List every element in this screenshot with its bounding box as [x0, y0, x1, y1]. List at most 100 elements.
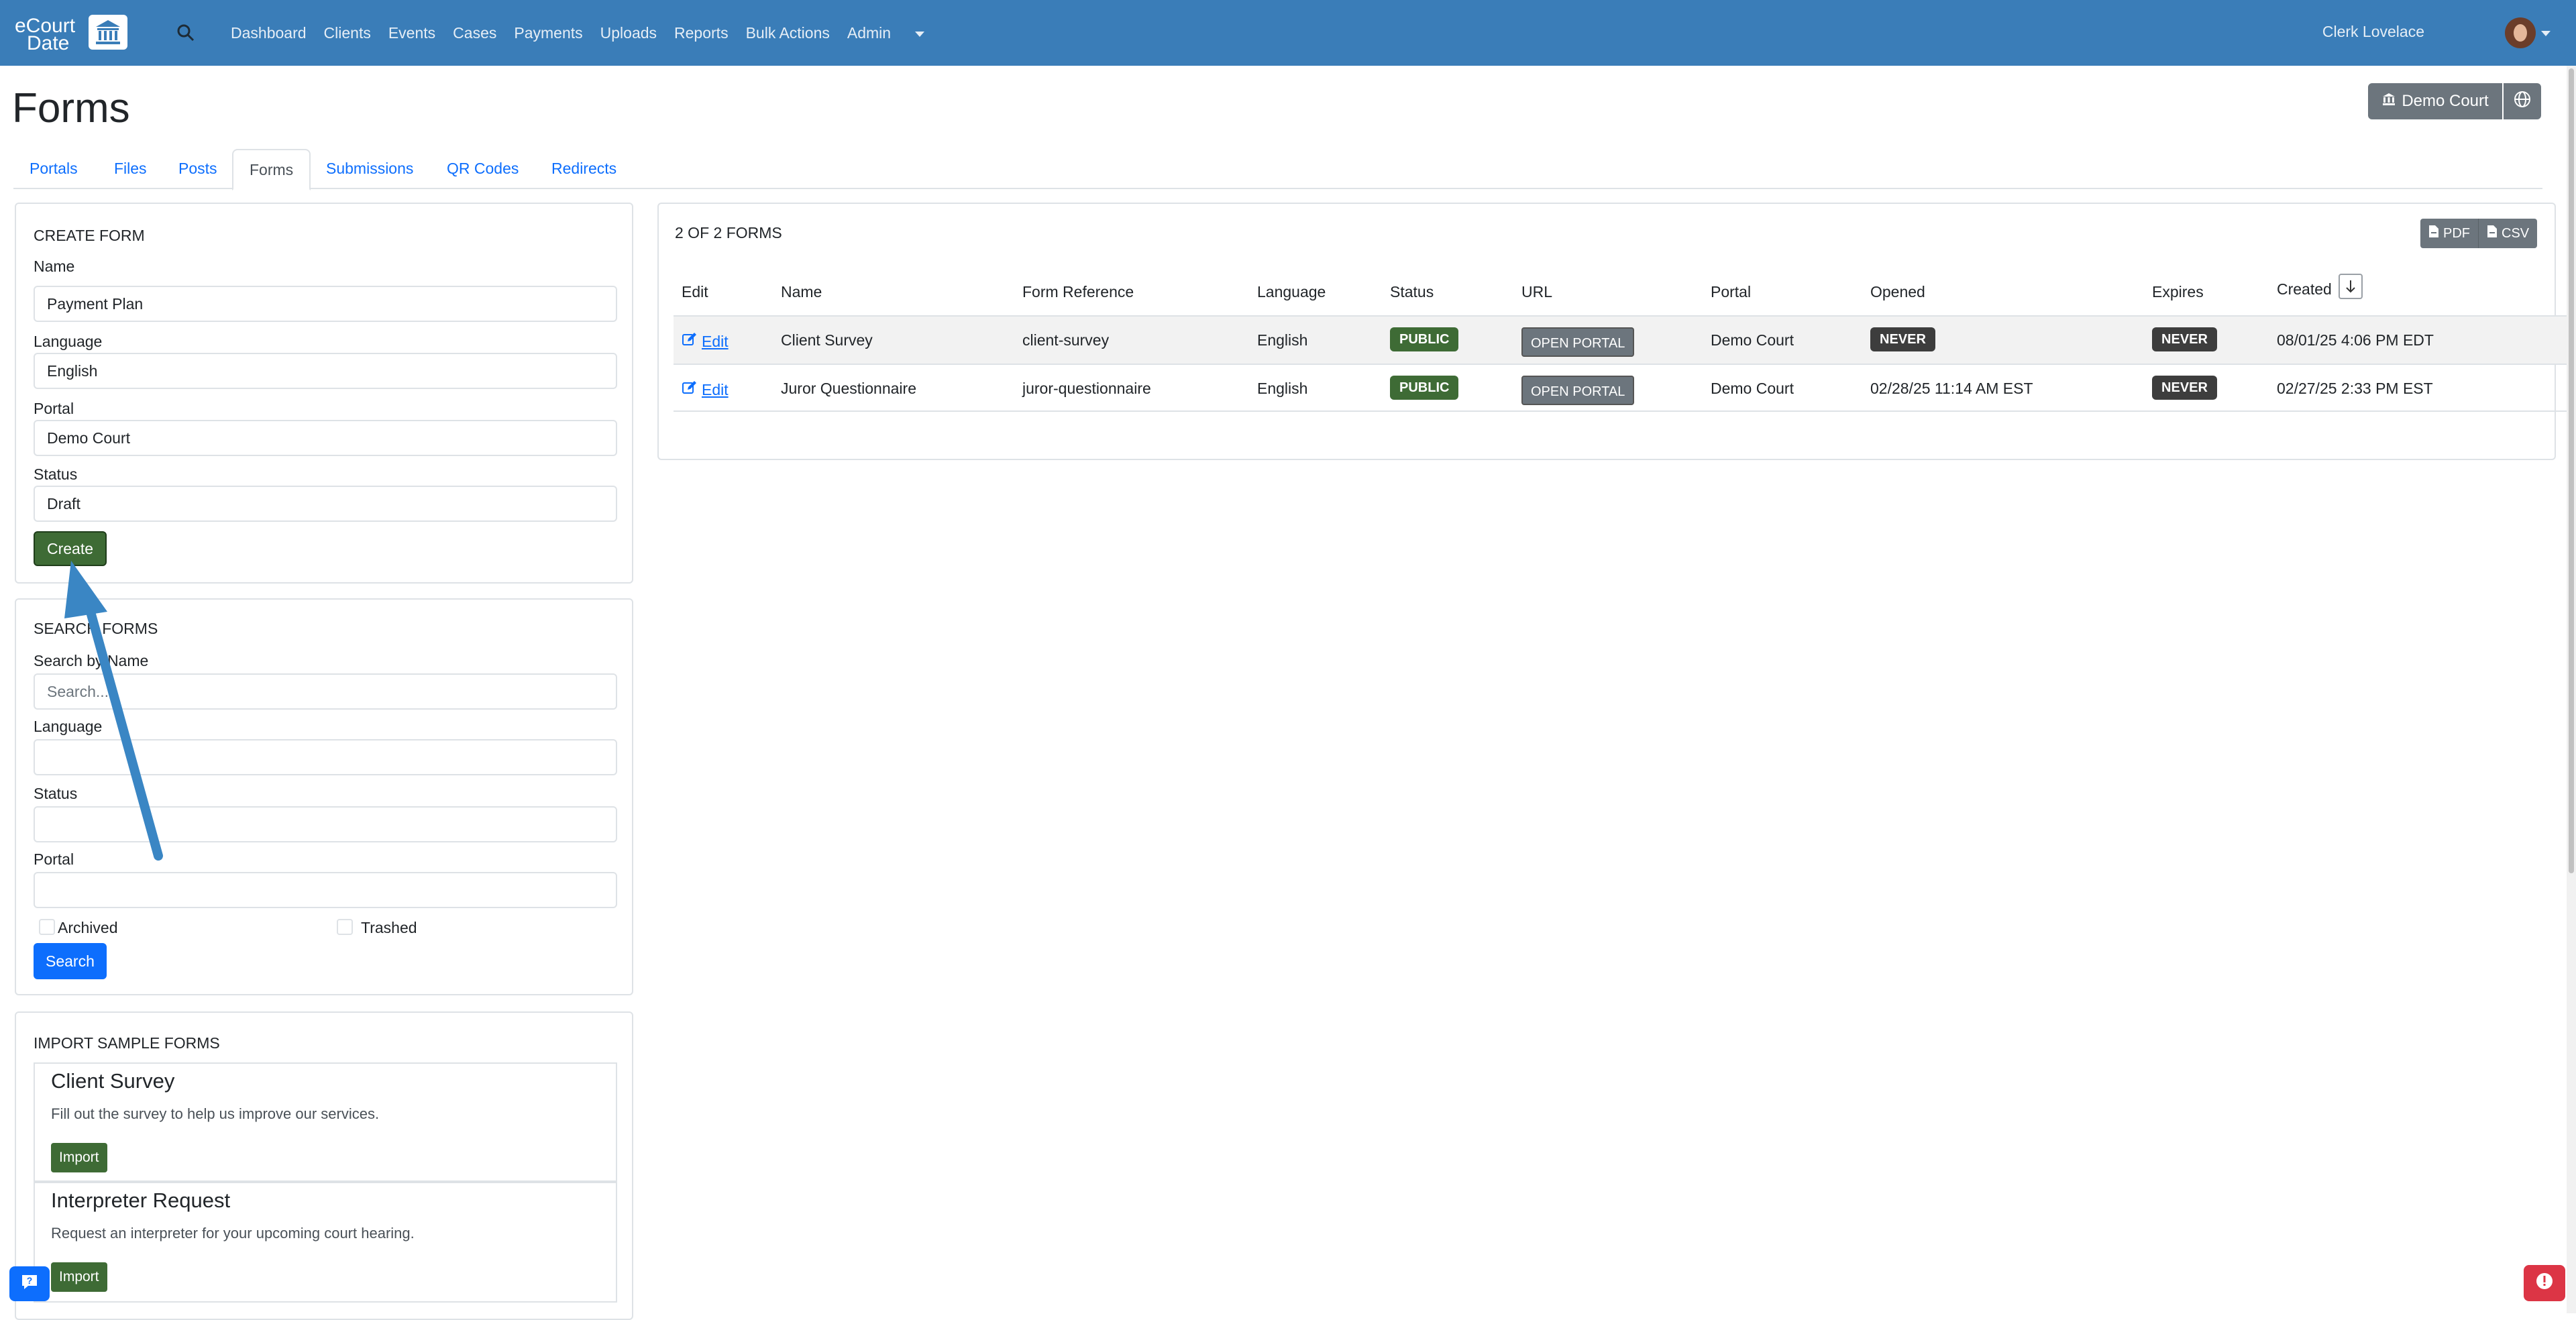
expires-badge: NEVER: [2152, 327, 2217, 351]
form-reference: client-survey: [1022, 331, 1110, 349]
tab-posts[interactable]: Posts: [162, 149, 233, 189]
column-header-form-reference[interactable]: Form Reference: [1022, 283, 1134, 301]
alert-icon: [2535, 1272, 2554, 1295]
edit-link-label: Edit: [702, 380, 729, 398]
search-icon[interactable]: [176, 23, 196, 43]
search-language-select[interactable]: [34, 739, 617, 775]
chevron-down-icon[interactable]: [2541, 31, 2551, 36]
name-label: Name: [34, 258, 75, 275]
language-button[interactable]: [2504, 83, 2541, 119]
edit-link[interactable]: Edit: [682, 380, 729, 400]
open-portal-button[interactable]: OPEN PORTAL: [1521, 327, 1635, 357]
nav-link-dashboard[interactable]: Dashboard: [231, 24, 307, 42]
create-button[interactable]: Create: [34, 531, 107, 566]
export-csv-label: CSV: [2502, 225, 2530, 241]
open-portal-button[interactable]: OPEN PORTAL: [1521, 376, 1635, 405]
nav-link-payments[interactable]: Payments: [514, 24, 582, 42]
column-header-opened[interactable]: Opened: [1870, 283, 1925, 301]
search-status-label: Status: [34, 785, 78, 802]
archived-checkbox[interactable]: [39, 919, 55, 935]
scrollbar-thumb[interactable]: [2569, 68, 2574, 873]
app-logo[interactable]: eCourt Date: [13, 13, 129, 54]
export-pdf-button[interactable]: PDF: [2420, 219, 2478, 248]
tab-files[interactable]: Files: [98, 149, 163, 189]
export-buttons: PDF CSV: [2420, 219, 2538, 248]
sample-title: Interpreter Request: [51, 1189, 231, 1212]
nav-link-bulk-actions[interactable]: Bulk Actions: [746, 24, 830, 42]
column-header-portal[interactable]: Portal: [1711, 283, 1751, 301]
nav-link-events[interactable]: Events: [388, 24, 435, 42]
column-header-created-wrap[interactable]: Created: [2277, 274, 2363, 303]
create-form-title: CREATE FORM: [34, 227, 145, 244]
column-header-status[interactable]: Status: [1390, 283, 1434, 301]
nav-link-cases[interactable]: Cases: [453, 24, 496, 42]
status-badge: PUBLIC: [1390, 327, 1459, 351]
archived-label: Archived: [58, 919, 118, 936]
csv-file-icon: [2487, 225, 2498, 242]
sample-item-client-survey: Client Survey Fill out the survey to hel…: [34, 1062, 617, 1182]
help-button[interactable]: ?: [9, 1266, 50, 1301]
column-header-url: URL: [1521, 283, 1553, 300]
svg-text:?: ?: [27, 1275, 33, 1286]
import-client-survey-button[interactable]: Import: [51, 1143, 107, 1172]
avatar[interactable]: [2505, 17, 2536, 48]
created-date: 02/27/25 2:33 PM EST: [2277, 380, 2433, 397]
sample-description: Request an interpreter for your upcoming…: [51, 1225, 415, 1242]
alert-button[interactable]: [2524, 1265, 2565, 1301]
created-date: 08/01/25 4:06 PM EDT: [2277, 331, 2434, 349]
trashed-checkbox[interactable]: [337, 919, 353, 935]
search-forms-card: SEARCH FORMS Search by Name Language Sta…: [15, 598, 633, 995]
table-row: Edit Client Survey client-survey English…: [674, 315, 2572, 364]
tab-submissions[interactable]: Submissions: [310, 149, 429, 189]
export-csv-button[interactable]: CSV: [2478, 219, 2538, 248]
search-button[interactable]: Search: [34, 943, 107, 979]
column-header-name[interactable]: Name: [781, 283, 822, 301]
nav-dropdown-admin[interactable]: Admin: [847, 24, 942, 42]
opened-badge: NEVER: [1870, 327, 1935, 351]
court-selector-button[interactable]: Demo Court: [2368, 83, 2502, 119]
form-reference: juror-questionnaire: [1022, 380, 1151, 397]
column-header-edit: Edit: [682, 283, 708, 300]
column-header-expires[interactable]: Expires: [2152, 283, 2204, 301]
top-navbar: eCourt Date Dashboard Clients Events Cas…: [0, 0, 2576, 66]
edit-link[interactable]: Edit: [682, 331, 729, 351]
edit-link-wrap: Edit: [682, 380, 729, 400]
nav-link-clients[interactable]: Clients: [324, 24, 371, 42]
main-nav: Dashboard Clients Events Cases Payments …: [231, 24, 959, 42]
import-interpreter-request-button[interactable]: Import: [51, 1262, 107, 1292]
search-portal-select[interactable]: [34, 872, 617, 908]
search-language-label: Language: [34, 718, 103, 735]
tab-portals[interactable]: Portals: [13, 149, 94, 189]
search-status-select[interactable]: [34, 806, 617, 842]
user-name[interactable]: Clerk Lovelace: [2322, 23, 2424, 41]
avatar-face: [2514, 24, 2527, 42]
table-row: Edit Juror Questionnaire juror-questionn…: [674, 364, 2572, 412]
search-name-label: Search by Name: [34, 652, 149, 669]
language-label: Language: [34, 333, 103, 350]
edit-icon: [682, 380, 698, 400]
globe-icon: [2514, 91, 2531, 112]
nav-link-reports[interactable]: Reports: [674, 24, 729, 42]
column-header-language[interactable]: Language: [1257, 283, 1326, 301]
tab-redirects[interactable]: Redirects: [535, 149, 633, 189]
sample-description: Fill out the survey to help us improve o…: [51, 1105, 380, 1122]
portal-label: Portal: [34, 400, 74, 417]
tab-forms[interactable]: Forms: [232, 149, 311, 190]
nav-link-admin: Admin: [847, 24, 892, 42]
status-select[interactable]: Draft: [34, 486, 617, 522]
export-pdf-label: PDF: [2443, 225, 2470, 241]
search-portal-label: Portal: [34, 850, 74, 868]
opened-date: 02/28/25 11:14 AM EST: [1870, 380, 2033, 397]
bank-icon: [89, 15, 127, 50]
portal-select[interactable]: Demo Court: [34, 420, 617, 456]
section-tabs: Portals Files Posts Forms Submissions QR…: [13, 149, 2542, 190]
help-icon: ?: [20, 1272, 39, 1295]
language-select[interactable]: English: [34, 353, 617, 389]
sort-down-icon[interactable]: [2339, 274, 2363, 299]
search-forms-title: SEARCH FORMS: [34, 620, 158, 637]
tab-qr-codes[interactable]: QR Codes: [431, 149, 535, 189]
form-name-input[interactable]: Payment Plan: [34, 286, 617, 322]
search-name-input[interactable]: [34, 673, 617, 710]
nav-link-uploads[interactable]: Uploads: [600, 24, 657, 42]
page-title: Forms: [12, 85, 130, 131]
